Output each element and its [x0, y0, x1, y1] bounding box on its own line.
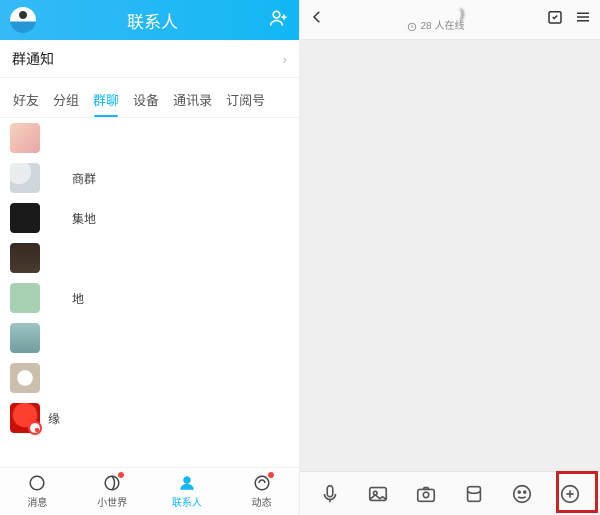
contacts-header: 联系人	[0, 0, 299, 40]
group-avatar	[10, 323, 40, 353]
chat-input-bar	[300, 471, 600, 515]
tab-devices[interactable]: 设备	[126, 84, 166, 117]
nav-messages[interactable]: 消息	[0, 468, 75, 515]
group-notice-label: 群通知	[12, 49, 54, 69]
nav-world[interactable]: 小世界	[75, 468, 150, 515]
tab-subscriptions[interactable]: 订阅号	[219, 84, 272, 117]
tab-friends[interactable]: 好友	[6, 84, 46, 117]
world-icon	[103, 474, 121, 492]
bottom-nav: 消息 小世界 联系人 动态	[0, 467, 299, 515]
list-item[interactable]	[0, 118, 299, 158]
add-friend-icon[interactable]	[269, 8, 289, 33]
menu-icon[interactable]	[574, 8, 592, 31]
group-avatar	[10, 163, 40, 193]
list-item[interactable]: 缘	[0, 398, 299, 438]
redpacket-icon[interactable]	[458, 478, 490, 510]
contacts-panel: 联系人 群通知 › 好友 分组 群聊 设备 通讯录 订阅号 商群 集地 地 缘 …	[0, 0, 300, 515]
messages-icon	[28, 474, 46, 492]
tab-groups[interactable]: 分组	[46, 84, 86, 117]
tab-contacts[interactable]: 通讯录	[166, 84, 219, 117]
camera-icon[interactable]	[410, 478, 442, 510]
list-item[interactable]	[0, 358, 299, 398]
image-icon[interactable]	[362, 478, 394, 510]
list-item[interactable]	[0, 318, 299, 358]
chat-body[interactable]	[300, 40, 600, 471]
contact-tabs: 好友 分组 群聊 设备 通讯录 订阅号	[0, 78, 299, 118]
group-avatar	[10, 403, 40, 433]
group-avatar	[10, 363, 40, 393]
emoji-icon[interactable]	[506, 478, 538, 510]
list-item[interactable]: 商群	[0, 158, 299, 198]
group-list: 商群 集地 地 缘	[0, 118, 299, 467]
group-avatar	[10, 203, 40, 233]
contacts-title: 联系人	[127, 8, 178, 33]
online-count: 28人在线	[407, 21, 464, 33]
list-item[interactable]	[0, 238, 299, 278]
profile-avatar[interactable]	[10, 7, 36, 33]
plus-icon[interactable]	[554, 478, 586, 510]
nav-activity[interactable]: 动态	[224, 468, 299, 515]
group-avatar	[10, 243, 40, 273]
voice-icon[interactable]	[314, 478, 346, 510]
chevron-right-icon: ›	[282, 51, 287, 67]
list-item[interactable]: 地	[0, 278, 299, 318]
chat-title: )	[408, 6, 464, 22]
group-avatar	[10, 123, 40, 153]
group-notice-row[interactable]: 群通知 ›	[0, 40, 299, 78]
todo-icon[interactable]	[546, 8, 564, 31]
activity-icon	[253, 474, 271, 492]
group-avatar	[10, 283, 40, 313]
tab-groupchat[interactable]: 群聊	[86, 84, 126, 117]
chat-header: ) 28人在线	[300, 0, 600, 40]
nav-contacts[interactable]: 联系人	[150, 468, 225, 515]
chat-panel: ) 28人在线	[300, 0, 600, 515]
list-item[interactable]: 集地	[0, 198, 299, 238]
back-icon[interactable]	[308, 8, 326, 31]
contacts-icon	[178, 474, 196, 492]
